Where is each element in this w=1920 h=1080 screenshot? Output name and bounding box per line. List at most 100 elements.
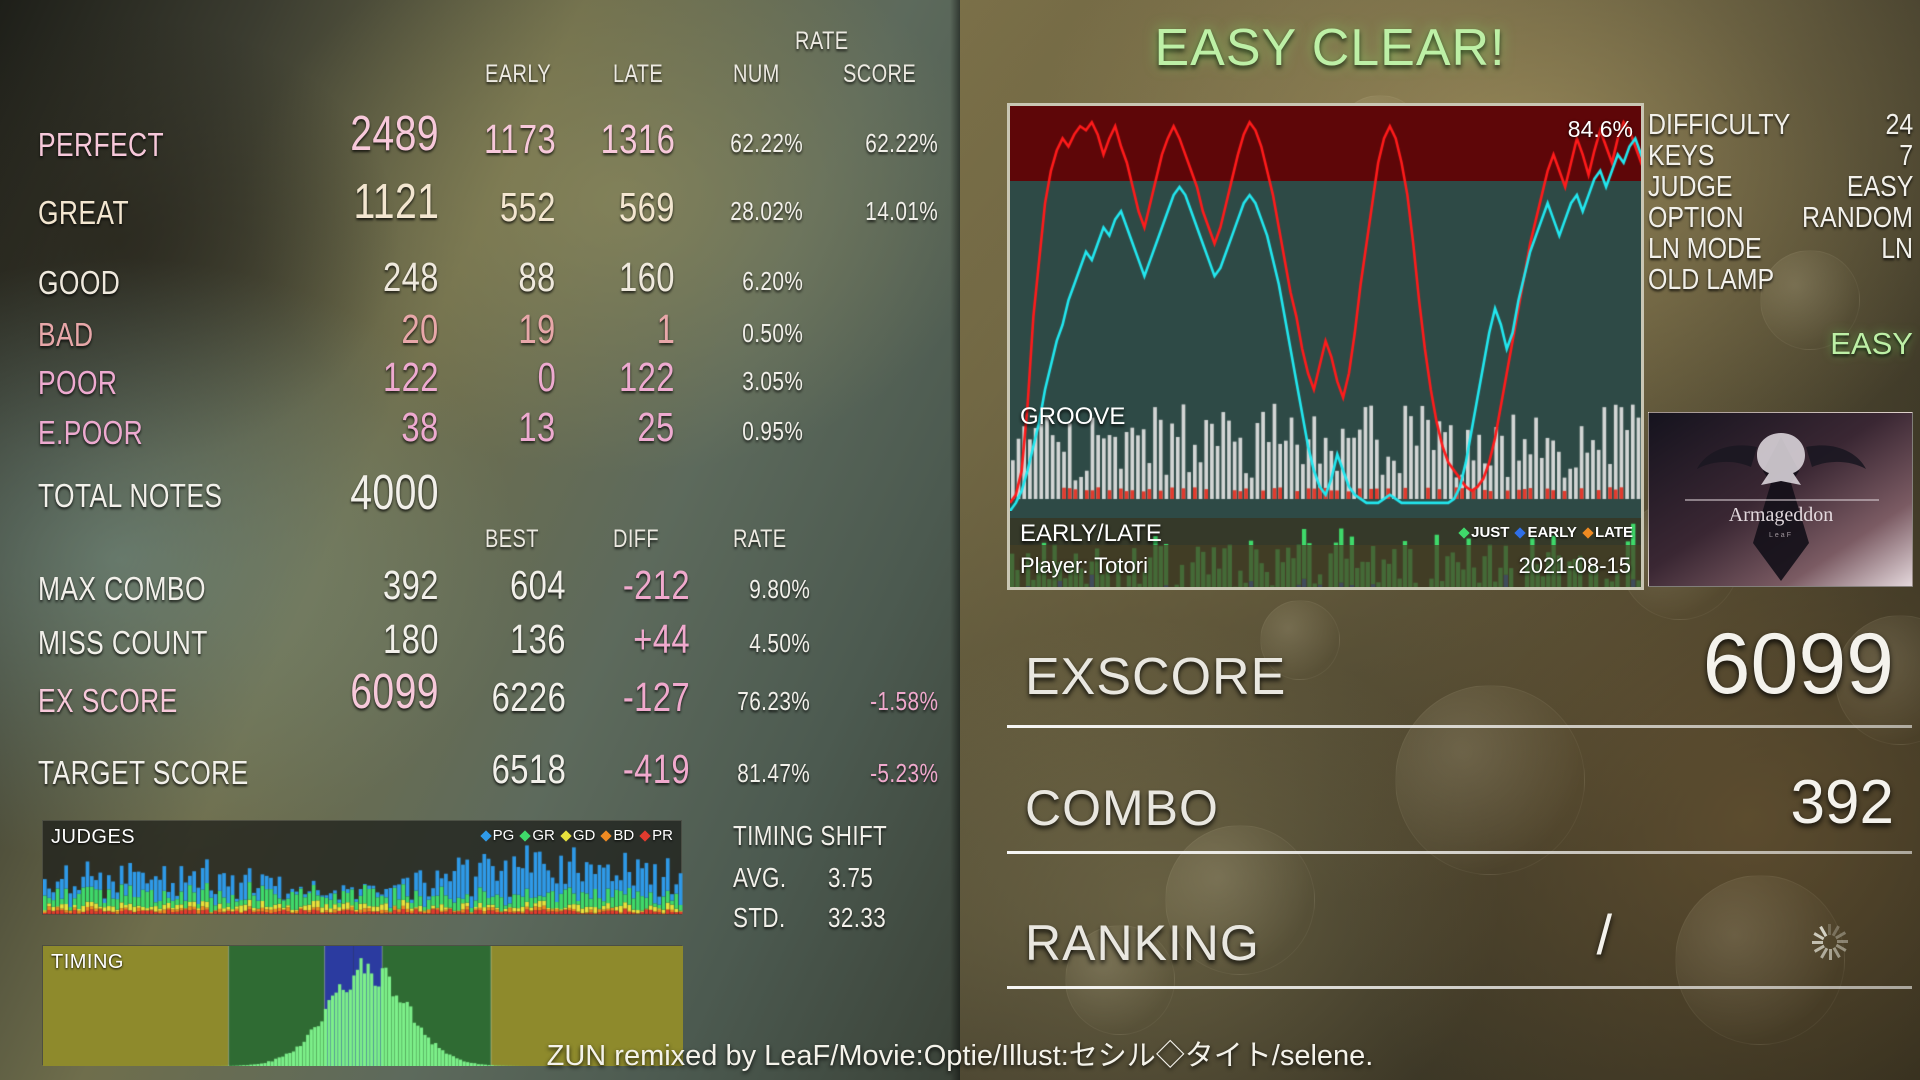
footer-credits: ZUN remixed by LeaF/Movie:Optie/Illust:セ…: [546, 1040, 1374, 1072]
compare-diff-2: -127: [622, 674, 690, 720]
header-late: LATE: [613, 60, 664, 88]
judge-early-5: 13: [518, 404, 556, 450]
summary-divider-1: [1007, 851, 1912, 854]
compare-value-2: 6099: [350, 665, 439, 719]
summary-label-2: RANKING: [1025, 915, 1260, 971]
judge-num-2: 6.20%: [742, 266, 803, 296]
judge-late-4: 122: [619, 354, 675, 400]
el-legend-label-LATE: LATE: [1594, 524, 1633, 541]
info-row-0: DIFFICULTY 24: [1648, 109, 1913, 141]
compare-best-2: 6226: [491, 674, 566, 720]
info-value-2: EASY: [1846, 171, 1913, 204]
el-legend-swatch-LATE: [1582, 527, 1594, 539]
early-late-label: EARLY/LATE: [1020, 520, 1162, 547]
judge-label-1: GREAT: [38, 194, 129, 231]
timing-graph-label: TIMING: [51, 951, 124, 973]
judge-label-3: BAD: [38, 316, 94, 353]
judge-label-5: E.POOR: [38, 414, 144, 451]
info-value-3: RANDOM: [1802, 202, 1913, 235]
judge-early-0: 1173: [483, 116, 556, 162]
judge-num-3: 0.50%: [742, 318, 803, 348]
judge-count-4: 122: [383, 354, 439, 400]
summary-value-2: /: [1596, 903, 1612, 966]
result-graph-panel: 84.6% GROOVE EARLY/LATE JUST EARLY LATE Pl…: [1007, 103, 1644, 590]
jacket-title-text: Armageddon: [1729, 504, 1833, 526]
summary-row-2: RANKING /: [1007, 900, 1912, 990]
header-num: NUM: [733, 60, 780, 88]
compare-rate-3: 81.47%: [737, 758, 810, 788]
judge-count-3: 20: [401, 306, 439, 352]
summary-row-1: COMBO 392: [1007, 765, 1912, 855]
timing-shift-avg-label: AVG.: [733, 862, 787, 893]
life-percent-value: 84.6%: [1567, 116, 1633, 142]
compare-best-3: 6518: [491, 746, 566, 792]
judge-num-4: 3.05%: [742, 366, 803, 396]
compare-rate2-3: -5.23%: [869, 758, 938, 788]
groove-label: GROOVE: [1020, 403, 1126, 430]
info-row-1: KEYS 7: [1648, 140, 1913, 173]
play-date: 2021-08-15: [1518, 553, 1631, 578]
compare-diff-1: +44: [633, 616, 690, 662]
judge-late-2: 160: [619, 254, 675, 300]
judge-num-0: 62.22%: [730, 128, 803, 158]
judge-count-0: 2489: [350, 107, 439, 161]
judge-num-1: 28.02%: [730, 196, 803, 226]
compare-rate-2: 76.23%: [737, 686, 810, 716]
chart-info-panel: DIFFICULTY 24 KEYS 7 JUDGE EASY OPTION R…: [1648, 109, 1913, 296]
summary-divider-0: [1007, 725, 1912, 728]
judge-late-3: 1: [656, 306, 675, 352]
header-best: BEST: [485, 525, 539, 553]
compare-diff-0: -212: [622, 562, 690, 608]
info-key-4: LN MODE: [1648, 233, 1762, 266]
judge-count-1: 1121: [353, 175, 439, 229]
info-row-2: JUDGE EASY: [1648, 172, 1913, 203]
judge-label-2: GOOD: [38, 264, 121, 301]
judge-early-1: 552: [500, 184, 556, 230]
judge-num-5: 0.95%: [742, 416, 803, 446]
compare-value-0: 392: [383, 562, 439, 608]
compare-rate-0: 9.80%: [749, 574, 810, 604]
judge-late-5: 25: [637, 404, 675, 450]
early-late-legend: JUST EARLY LATE: [1453, 524, 1633, 541]
total-notes-value: 4000: [350, 466, 439, 520]
player-name: Player: Totori: [1020, 553, 1148, 578]
compare-rate2-2: -1.58%: [869, 686, 938, 716]
info-key-0: DIFFICULTY: [1648, 109, 1791, 141]
info-row-5: OLD LAMP: [1648, 265, 1913, 296]
header-score: SCORE: [843, 60, 917, 88]
judges-graph: JUDGES PGGRGDBDPR: [42, 820, 683, 916]
summary-value-0: 6099: [1702, 616, 1894, 712]
total-notes-label: TOTAL NOTES: [38, 477, 223, 514]
summary-divider-2: [1007, 986, 1912, 989]
info-row-4: LN MODE LN: [1648, 234, 1913, 265]
song-jacket-image: Armageddon LeaF: [1648, 412, 1913, 587]
info-row-3: OPTION RANDOM: [1648, 203, 1913, 234]
timing-shift-avg-value: 3.75: [828, 862, 874, 893]
summary-label-1: COMBO: [1025, 780, 1219, 836]
judge-late-1: 569: [619, 184, 675, 230]
timing-shift-std-value: 32.33: [828, 902, 887, 933]
compare-diff-3: -419: [622, 746, 690, 792]
info-key-1: KEYS: [1648, 140, 1715, 173]
compare-best-1: 136: [510, 616, 566, 662]
timing-shift-std-label: STD.: [733, 902, 786, 933]
svg-text:LeaF: LeaF: [1769, 532, 1793, 539]
el-legend-label-EARLY: EARLY: [1527, 524, 1577, 541]
summary-row-0: EXSCORE 6099: [1007, 616, 1912, 715]
compare-label-1: MISS COUNT: [38, 624, 208, 661]
info-key-5: OLD LAMP: [1648, 264, 1775, 297]
judge-count-5: 38: [401, 404, 439, 450]
header-rate: RATE: [795, 27, 849, 55]
judge-label-0: PERFECT: [38, 126, 165, 163]
judge-early-4: 0: [537, 354, 556, 400]
info-key-2: JUDGE: [1648, 171, 1733, 204]
info-key-3: OPTION: [1648, 202, 1744, 235]
left-stats-panel: EARLY LATE RATE NUM SCORE PERFECT 2489 117…: [0, 0, 960, 1080]
el-legend-swatch-EARLY: [1514, 527, 1527, 539]
compare-label-2: EX SCORE: [38, 682, 178, 719]
info-value-4: LN: [1881, 233, 1913, 266]
judge-score-1: 14.01%: [865, 196, 938, 226]
clear-lamp-text: EASY CLEAR!: [1154, 19, 1506, 77]
old-lamp-value: EASY: [1830, 326, 1913, 361]
judge-early-3: 19: [518, 306, 556, 352]
